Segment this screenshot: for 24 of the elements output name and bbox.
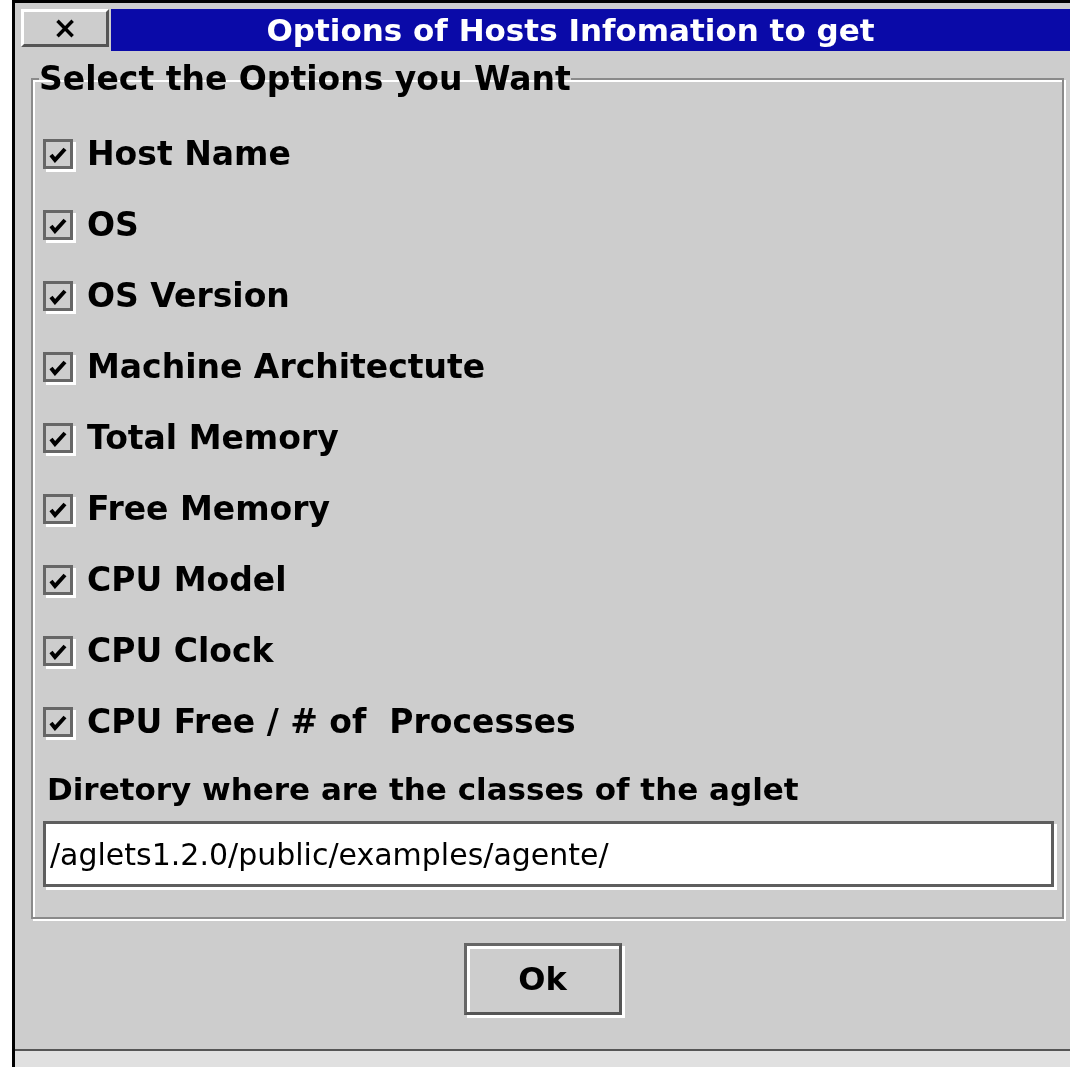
close-button[interactable]: ×	[21, 9, 109, 47]
group-title: Select the Options you Want	[39, 59, 571, 98]
checkbox[interactable]	[43, 493, 73, 524]
option-label: Machine Architectute	[87, 347, 486, 386]
option-label: CPU Clock	[87, 631, 274, 670]
option-label: CPU Model	[87, 560, 287, 599]
checkbox[interactable]	[43, 209, 73, 240]
option-label: Free Memory	[87, 489, 331, 528]
checkbox[interactable]	[43, 706, 73, 737]
checkbox[interactable]	[43, 280, 73, 311]
directory-field[interactable]: /aglets1.2.0/public/examples/agente/	[43, 821, 1054, 887]
checkbox[interactable]	[43, 564, 73, 595]
checkbox[interactable]	[43, 138, 73, 169]
checkbox[interactable]	[43, 422, 73, 453]
option-label: OS Version	[87, 276, 290, 315]
checkbox[interactable]	[43, 351, 73, 382]
checkbox[interactable]	[43, 635, 73, 666]
option-label: Total Memory	[87, 418, 339, 457]
option-label: Host Name	[87, 134, 291, 173]
ok-button[interactable]: Ok	[463, 943, 622, 1015]
option-label: CPU Free / # of Processes	[87, 702, 576, 741]
directory-label: Diretory where are the classes of the aglet	[47, 771, 800, 807]
window-title: Options of Hosts Infomation to get	[111, 9, 1070, 51]
option-label: OS	[87, 205, 139, 244]
